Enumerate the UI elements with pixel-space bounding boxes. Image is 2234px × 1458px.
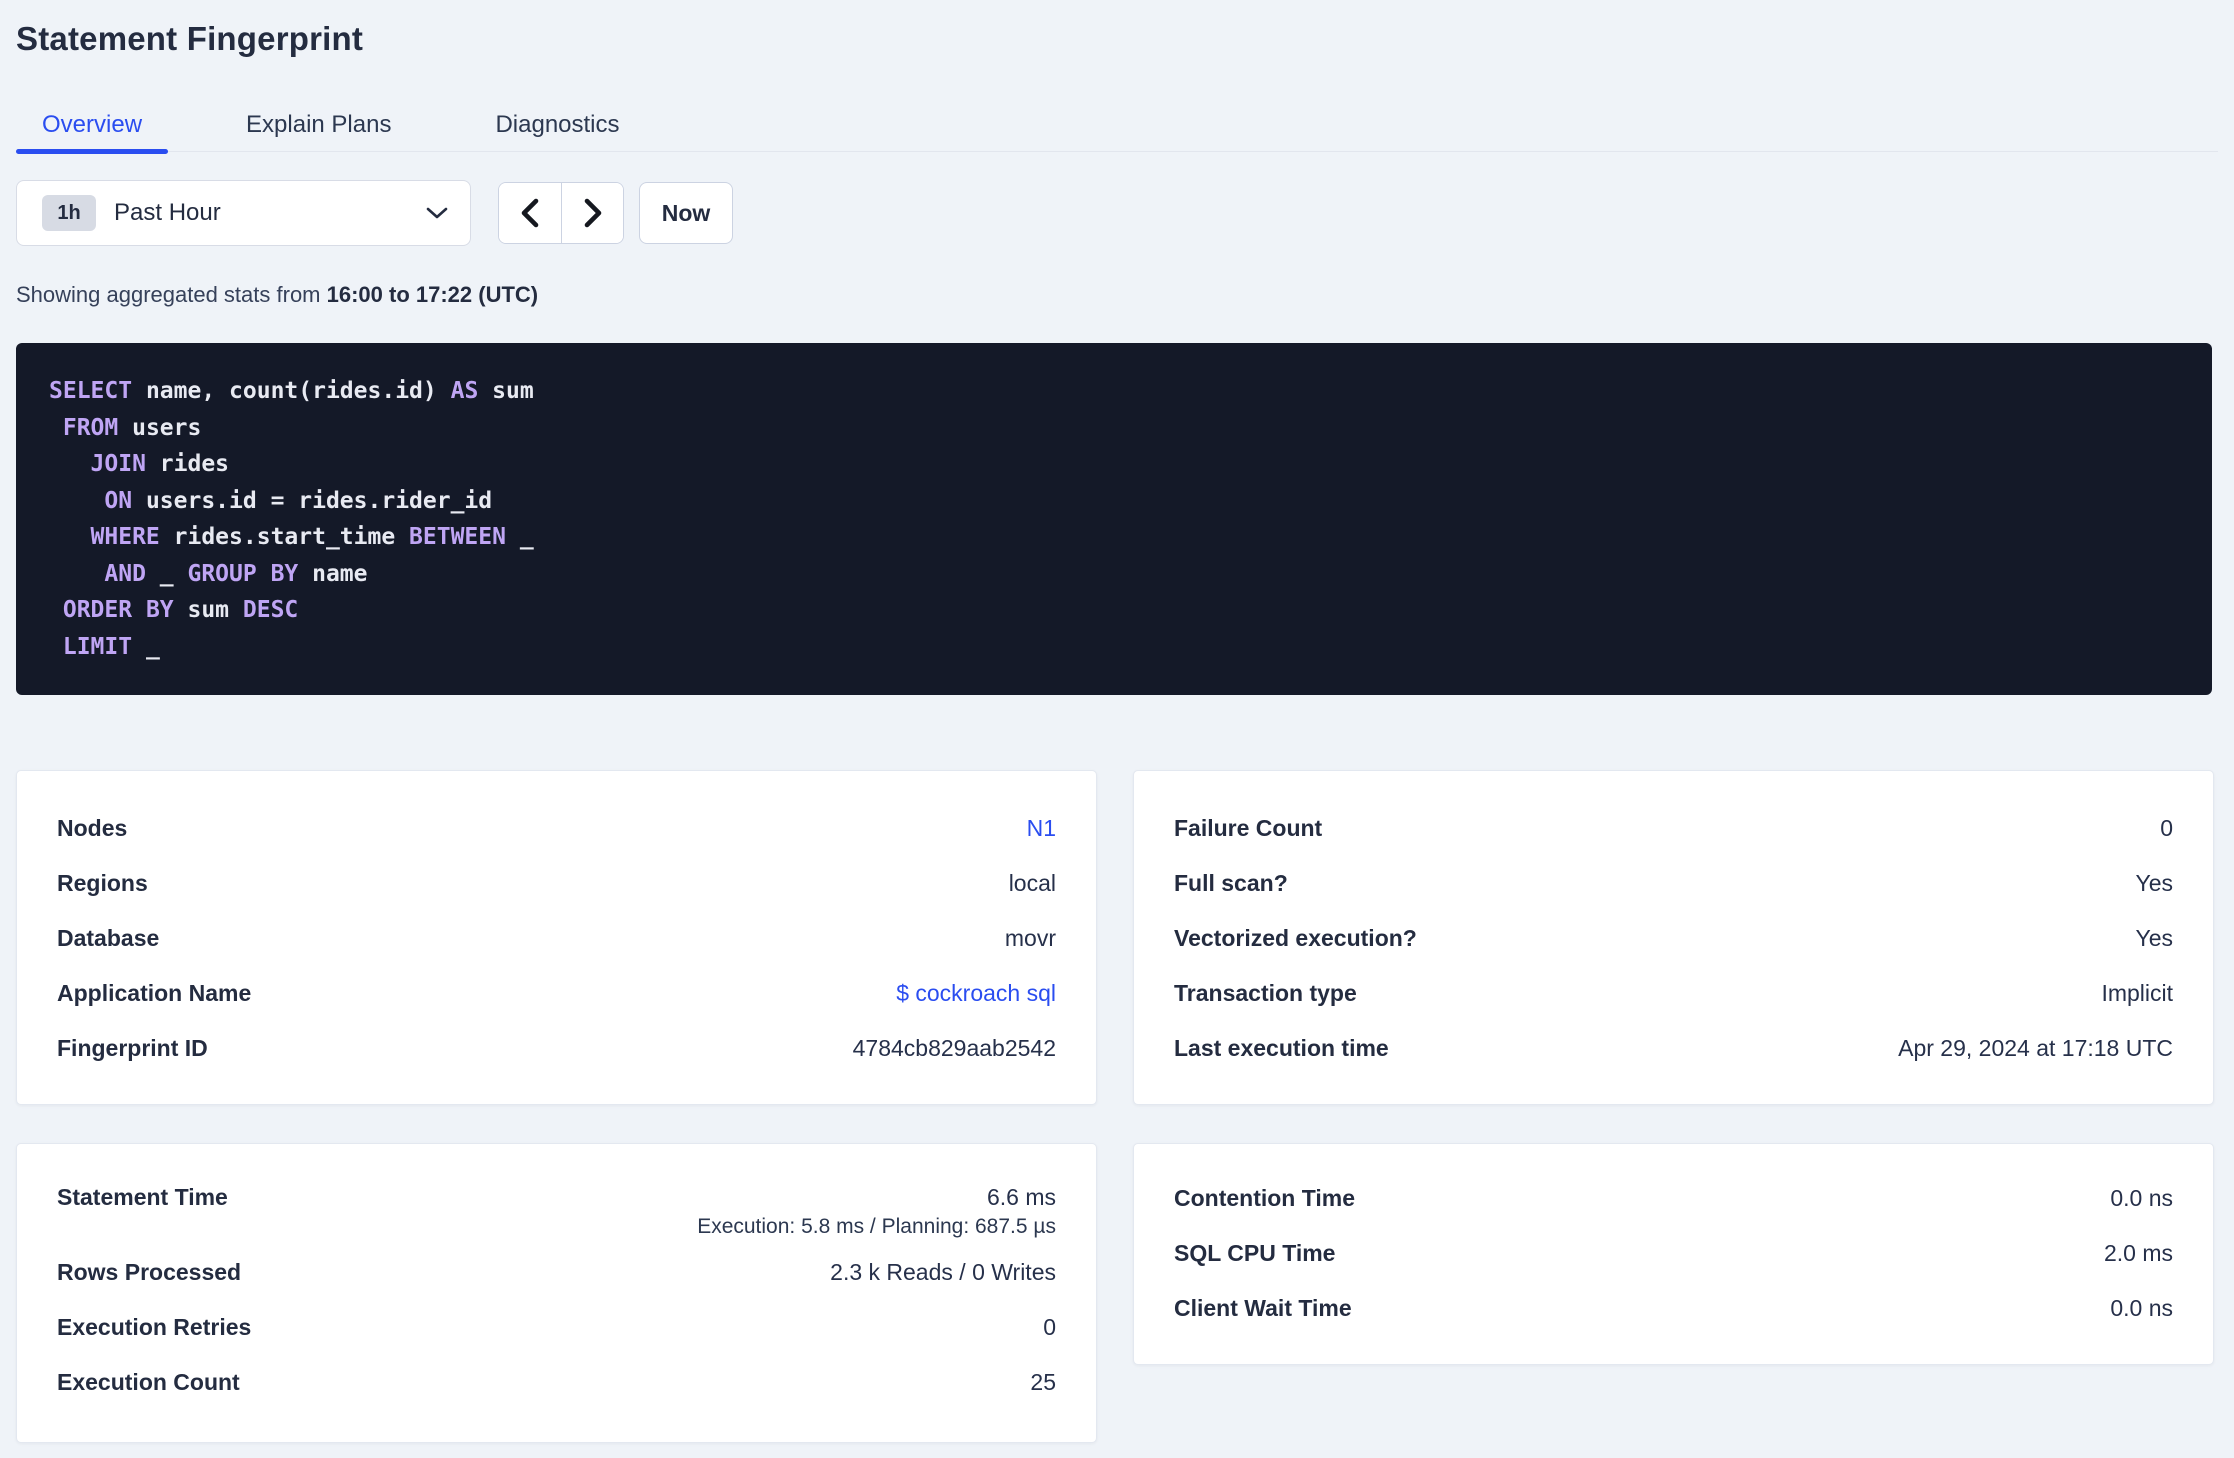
- stat-value: movr: [1004, 925, 1056, 951]
- stat-label: Full scan?: [1174, 870, 1288, 896]
- time-range-dropdown[interactable]: 1h Past Hour: [16, 180, 471, 246]
- application-name-link[interactable]: $ cockroach sql: [896, 980, 1056, 1007]
- stat-value: 6.6 ms: [986, 1184, 1056, 1210]
- stat-label: Nodes: [57, 815, 128, 841]
- previous-interval-button[interactable]: [499, 183, 561, 243]
- stat-label: Statement Time: [57, 1184, 228, 1210]
- execution-attributes-card: Failure Count 0 Full scan? Yes Vectorized ex…: [1133, 770, 2214, 1105]
- stat-label: Failure Count: [1174, 815, 1323, 841]
- page-title: Statement Fingerprint: [16, 20, 364, 57]
- stat-value: 0.0 ns: [2110, 1185, 2173, 1211]
- stat-label: Database: [57, 925, 160, 951]
- stat-value: 0: [1043, 1314, 1056, 1340]
- stat-row-vectorized-execution: Vectorized execution? Yes: [1174, 911, 2173, 966]
- tab-diagnostics[interactable]: Diagnostics: [469, 98, 645, 151]
- stat-value: 25: [1030, 1369, 1056, 1395]
- statement-details-card: Nodes N1 Regions local Database movr Applicati…: [16, 770, 1097, 1105]
- next-interval-button[interactable]: [561, 183, 623, 243]
- stat-label: Execution Count: [57, 1369, 240, 1395]
- stat-label: SQL CPU Time: [1174, 1240, 1336, 1266]
- stat-row-full-scan: Full scan? Yes: [1174, 856, 2173, 911]
- time-controls: 1h Past Hour Now: [16, 180, 733, 246]
- stat-label: Application Name: [57, 980, 252, 1006]
- stat-label: Transaction type: [1174, 980, 1357, 1006]
- stat-value: Yes: [2135, 870, 2173, 896]
- time-nav-group: [498, 182, 624, 244]
- stat-row-database: Database movr: [57, 911, 1056, 966]
- stat-row-contention-time: Contention Time 0.0 ns: [1174, 1171, 2173, 1226]
- stat-row-transaction-type: Transaction type Implicit: [1174, 966, 2173, 1021]
- stat-value: 0.0 ns: [2110, 1295, 2173, 1321]
- stat-row-execution-count: Execution Count 25: [57, 1355, 1056, 1410]
- aggregated-stats-prefix: Showing aggregated stats from: [16, 282, 327, 307]
- stat-value: 2.0 ms: [2103, 1240, 2173, 1266]
- stat-row-client-wait-time: Client Wait Time 0.0 ns: [1174, 1281, 2173, 1336]
- chevron-right-icon: [582, 197, 604, 229]
- aggregated-stats-text: Showing aggregated stats from 16:00 to 1…: [16, 282, 538, 308]
- stat-label: Contention Time: [1174, 1185, 1356, 1211]
- nodes-link[interactable]: N1: [1027, 815, 1056, 842]
- sql-statement-box: SELECT name, count(rides.id) AS sum FROM…: [16, 343, 2212, 695]
- aggregated-stats-range: 16:00 to 17:22 (UTC): [326, 282, 539, 307]
- statement-timing-card: Statement Time 6.6 ms Execution: 5.8 ms / …: [16, 1143, 1097, 1443]
- stat-value: Implicit: [2101, 980, 2173, 1006]
- tab-bar: Overview Explain Plans Diagnostics: [16, 98, 2218, 154]
- stat-row-failure-count: Failure Count 0: [1174, 801, 2173, 856]
- stat-label: Regions: [57, 870, 148, 896]
- stat-subvalue: Execution: 5.8 ms / Planning: 687.5 µs: [697, 1215, 1056, 1238]
- stat-label: Vectorized execution?: [1174, 925, 1417, 951]
- stat-label: Last execution time: [1174, 1035, 1389, 1061]
- wait-time-card: Contention Time 0.0 ns SQL CPU Time 2.0 ms C…: [1133, 1143, 2214, 1365]
- stat-row-fingerprint-id: Fingerprint ID 4784cb829aab2542: [57, 1021, 1056, 1076]
- time-range-badge: 1h: [42, 195, 96, 231]
- stat-row-rows-processed: Rows Processed 2.3 k Reads / 0 Writes: [57, 1245, 1056, 1300]
- stat-label: Rows Processed: [57, 1259, 242, 1285]
- chevron-down-icon: [426, 206, 448, 220]
- now-button[interactable]: Now: [639, 182, 733, 244]
- stat-row-regions: Regions local: [57, 856, 1056, 911]
- stat-label: Execution Retries: [57, 1314, 252, 1340]
- time-range-label: Past Hour: [114, 199, 221, 226]
- stat-value: local: [1008, 870, 1056, 896]
- stat-row-nodes: Nodes N1: [57, 801, 1056, 856]
- stat-value: 4784cb829aab2542: [852, 1035, 1056, 1061]
- stat-row-last-execution-time: Last execution time Apr 29, 2024 at 17:18…: [1174, 1021, 2173, 1076]
- stat-row-application-name: Application Name $ cockroach sql: [57, 966, 1056, 1021]
- stat-label: Fingerprint ID: [57, 1035, 208, 1061]
- tab-explain-plans[interactable]: Explain Plans: [220, 98, 417, 151]
- stat-value: 0: [2160, 815, 2173, 841]
- sql-code: SELECT name, count(rides.id) AS sum FROM…: [49, 378, 534, 660]
- stat-value: Yes: [2135, 925, 2173, 951]
- stat-row-execution-retries: Execution Retries 0: [57, 1300, 1056, 1355]
- stat-label: Client Wait Time: [1174, 1295, 1352, 1321]
- stat-row-sql-cpu-time: SQL CPU Time 2.0 ms: [1174, 1226, 2173, 1281]
- chevron-left-icon: [519, 197, 541, 229]
- stat-value: 2.3 k Reads / 0 Writes: [830, 1259, 1056, 1285]
- stat-value: Apr 29, 2024 at 17:18 UTC: [1898, 1035, 2173, 1061]
- tab-overview[interactable]: Overview: [16, 98, 169, 154]
